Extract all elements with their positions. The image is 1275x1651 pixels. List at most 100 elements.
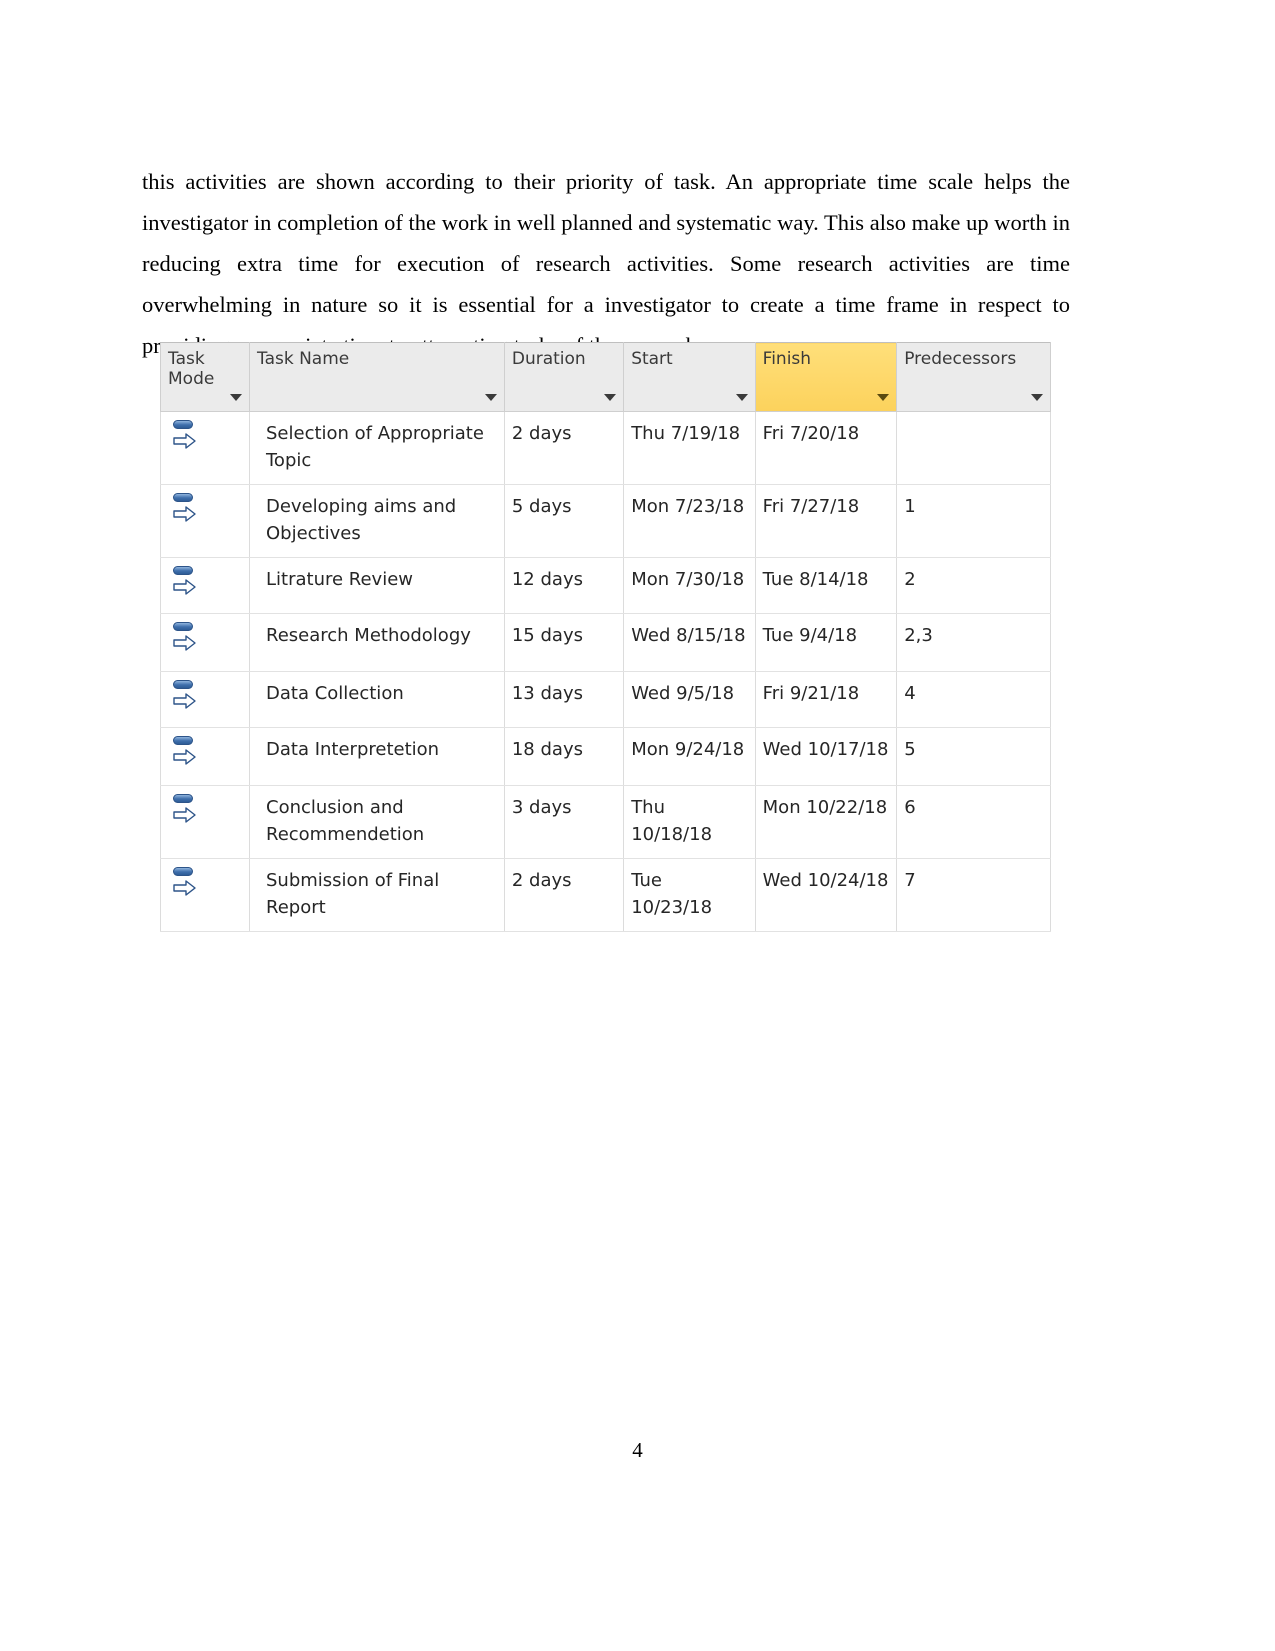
- auto-scheduled-arrow: [173, 431, 197, 458]
- auto-scheduled-icon[interactable]: [171, 621, 197, 651]
- auto-scheduled-bar: [173, 736, 193, 745]
- chevron-down-icon[interactable]: [877, 394, 890, 401]
- cell-task-mode[interactable]: [160, 785, 250, 859]
- auto-scheduled-arrow: [173, 878, 197, 905]
- cell-duration[interactable]: 15 days: [503, 613, 625, 672]
- auto-scheduled-bar: [173, 622, 193, 631]
- auto-scheduled-icon[interactable]: [171, 735, 197, 765]
- cell-duration[interactable]: 18 days: [503, 727, 625, 786]
- cell-start[interactable]: Thu 10/18/18: [623, 785, 756, 859]
- cell-task-mode[interactable]: [160, 671, 250, 728]
- chevron-down-icon[interactable]: [230, 394, 242, 401]
- cell-task-name[interactable]: Developing aims and Objectives: [249, 484, 505, 558]
- cell-start[interactable]: Mon 9/24/18: [623, 727, 756, 786]
- chevron-down-icon[interactable]: [1031, 394, 1043, 401]
- cell-predecessors[interactable]: 4: [896, 671, 1051, 728]
- column-header-task-mode[interactable]: Task Mode: [160, 342, 250, 412]
- chevron-down-icon[interactable]: [735, 394, 748, 401]
- table-row[interactable]: Data Collection 13 days Wed 9/5/18 Fri 9/21…: [160, 671, 1051, 728]
- column-header-finish[interactable]: Finish: [754, 342, 898, 412]
- chevron-down-icon[interactable]: [484, 394, 497, 401]
- cell-task-mode[interactable]: [160, 557, 250, 614]
- column-header-start[interactable]: Start: [623, 342, 756, 412]
- auto-scheduled-bar: [173, 867, 193, 876]
- cell-duration[interactable]: 12 days: [503, 557, 625, 614]
- document-page: this activities are shown according to t…: [0, 0, 1275, 1651]
- cell-task-mode[interactable]: [160, 727, 250, 786]
- cell-task-name[interactable]: Data Collection: [249, 671, 505, 728]
- table-row[interactable]: Selection of Appropriate Topic 2 days Thu …: [160, 411, 1051, 485]
- auto-scheduled-arrow: [173, 577, 197, 604]
- column-header-duration-label: Duration: [511, 349, 586, 369]
- cell-task-mode[interactable]: [160, 613, 250, 672]
- cell-start[interactable]: Wed 8/15/18: [623, 613, 756, 672]
- cell-task-name[interactable]: Data Interpretetion: [249, 727, 505, 786]
- auto-scheduled-bar: [173, 680, 193, 689]
- column-header-task-mode-line1: Task: [168, 349, 205, 369]
- auto-scheduled-icon[interactable]: [171, 565, 197, 595]
- cell-start[interactable]: Wed 9/5/18: [623, 671, 756, 728]
- cell-predecessors[interactable]: 5: [896, 727, 1051, 786]
- cell-finish[interactable]: Fri 9/21/18: [754, 671, 898, 728]
- cell-task-mode[interactable]: [160, 411, 250, 485]
- column-header-task-mode-line2: Mode: [168, 369, 215, 389]
- cell-finish[interactable]: Mon 10/22/18: [754, 785, 898, 859]
- cell-predecessors[interactable]: 7: [896, 858, 1051, 932]
- table-row[interactable]: Litrature Review 12 days Mon 7/30/18 Tue 8/…: [160, 557, 1051, 614]
- cell-duration[interactable]: 2 days: [503, 411, 625, 485]
- auto-scheduled-icon[interactable]: [171, 866, 197, 896]
- auto-scheduled-arrow: [173, 805, 197, 832]
- cell-finish[interactable]: Tue 9/4/18: [754, 613, 898, 672]
- cell-predecessors[interactable]: 2: [896, 557, 1051, 614]
- cell-task-mode[interactable]: [160, 858, 250, 932]
- table-row[interactable]: Conclusion and Recommendetion 3 days Thu 1…: [160, 785, 1051, 859]
- cell-task-name[interactable]: Submission of Final Report: [249, 858, 505, 932]
- cell-start[interactable]: Thu 7/19/18: [623, 411, 756, 485]
- column-header-task-name[interactable]: Task Name: [249, 342, 505, 412]
- table-row[interactable]: Data Interpretetion 18 days Mon 9/24/18 Wed…: [160, 727, 1051, 786]
- page-number: 4: [632, 1438, 643, 1462]
- auto-scheduled-bar: [173, 493, 193, 502]
- cell-task-name[interactable]: Selection of Appropriate Topic: [249, 411, 505, 485]
- auto-scheduled-arrow: [173, 504, 197, 531]
- cell-finish[interactable]: Wed 10/24/18: [754, 858, 898, 932]
- table-row[interactable]: Developing aims and Objectives 5 days Mon …: [160, 484, 1051, 558]
- cell-task-name[interactable]: Litrature Review: [249, 557, 505, 614]
- cell-predecessors[interactable]: [896, 411, 1051, 485]
- auto-scheduled-bar: [173, 420, 193, 429]
- cell-predecessors[interactable]: 2,3: [896, 613, 1051, 672]
- cell-task-name[interactable]: Research Methodology: [249, 613, 505, 672]
- body-paragraph: this activities are shown according to t…: [142, 168, 1070, 358]
- cell-task-name[interactable]: Conclusion and Recommendetion: [249, 785, 505, 859]
- auto-scheduled-icon[interactable]: [171, 679, 197, 709]
- cell-finish[interactable]: Wed 10/17/18: [754, 727, 898, 786]
- table-header-row: Task Mode Task Name Duration Start Finis…: [160, 342, 1051, 412]
- cell-finish[interactable]: Tue 8/14/18: [754, 557, 898, 614]
- cell-duration[interactable]: 2 days: [503, 858, 625, 932]
- cell-duration[interactable]: 13 days: [503, 671, 625, 728]
- cell-start[interactable]: Tue 10/23/18: [623, 858, 756, 932]
- cell-start[interactable]: Mon 7/23/18: [623, 484, 756, 558]
- auto-scheduled-icon[interactable]: [171, 419, 197, 449]
- column-header-task-name-label: Task Name: [257, 349, 350, 369]
- cell-finish[interactable]: Fri 7/20/18: [754, 411, 898, 485]
- gantt-task-table: Task Mode Task Name Duration Start Finis…: [160, 342, 1051, 932]
- table-row[interactable]: Submission of Final Report 2 days Tue 10/2…: [160, 858, 1051, 932]
- cell-duration[interactable]: 3 days: [503, 785, 625, 859]
- auto-scheduled-arrow: [173, 747, 197, 774]
- auto-scheduled-icon[interactable]: [171, 492, 197, 522]
- cell-task-mode[interactable]: [160, 484, 250, 558]
- auto-scheduled-arrow: [173, 633, 197, 660]
- auto-scheduled-icon[interactable]: [171, 793, 197, 823]
- cell-predecessors[interactable]: 1: [896, 484, 1051, 558]
- column-header-predecessors-label: Predecessors: [904, 349, 1017, 369]
- cell-predecessors[interactable]: 6: [896, 785, 1051, 859]
- cell-finish[interactable]: Fri 7/27/18: [754, 484, 898, 558]
- cell-start[interactable]: Mon 7/30/18: [623, 557, 756, 614]
- table-row[interactable]: Research Methodology 15 days Wed 8/15/18 Tu…: [160, 613, 1051, 672]
- column-header-duration[interactable]: Duration: [503, 342, 625, 412]
- column-header-predecessors[interactable]: Predecessors: [896, 342, 1051, 412]
- cell-duration[interactable]: 5 days: [503, 484, 625, 558]
- chevron-down-icon[interactable]: [604, 394, 617, 401]
- auto-scheduled-bar: [173, 794, 193, 803]
